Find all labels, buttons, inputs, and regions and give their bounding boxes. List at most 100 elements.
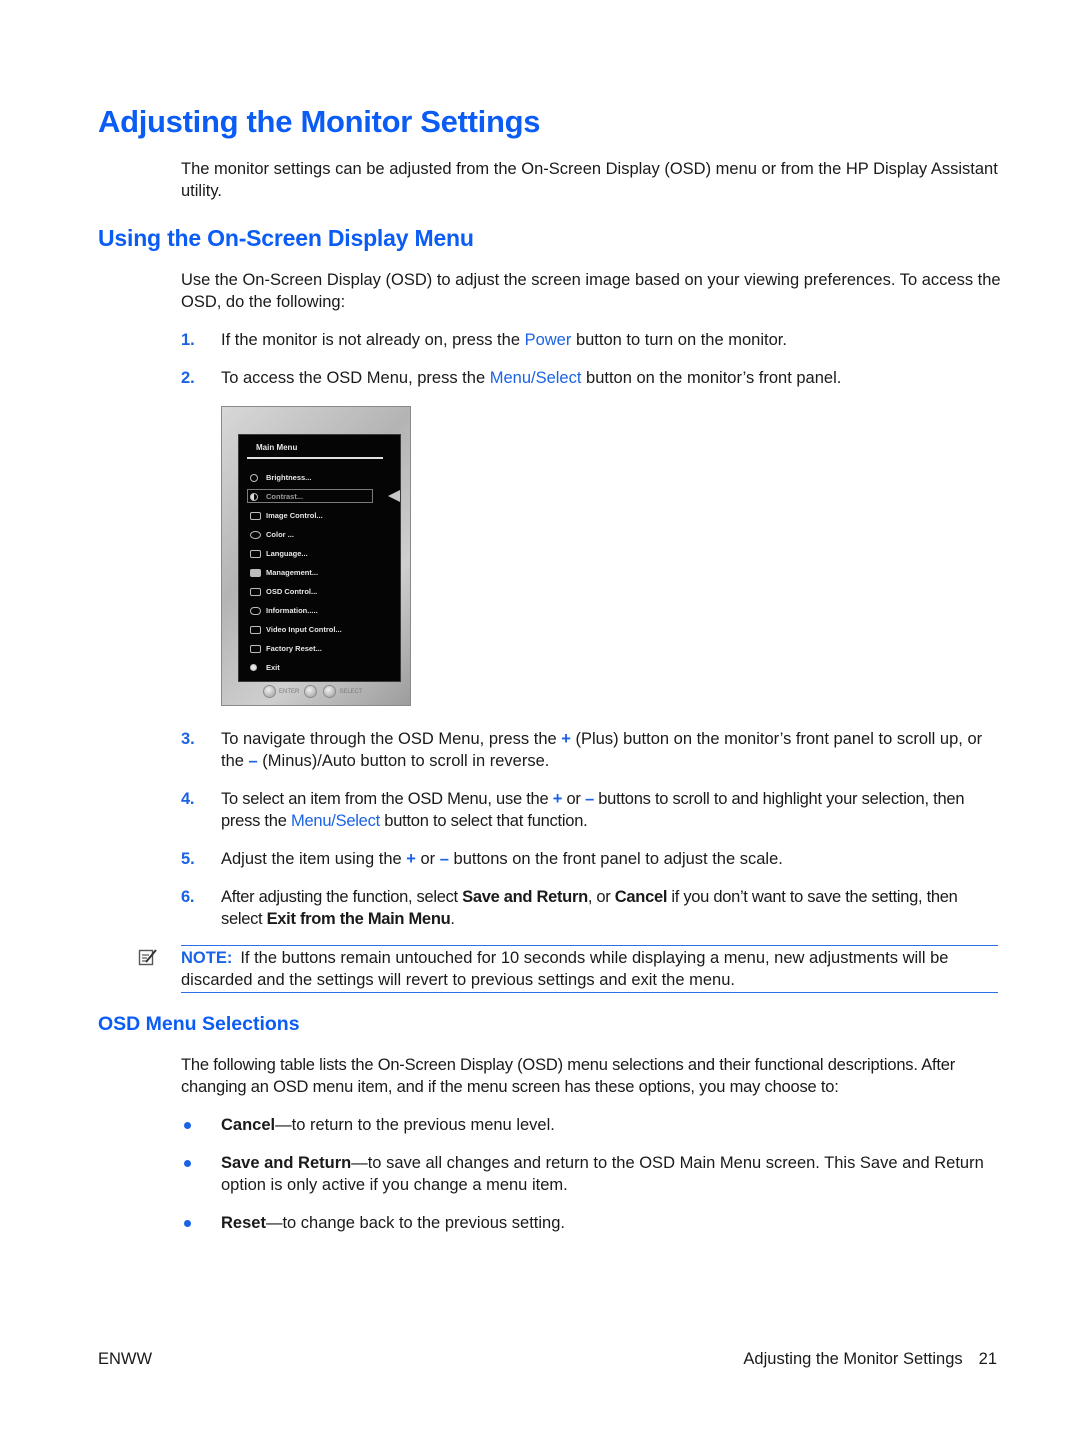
intro-paragraph: The monitor settings can be adjusted fro…: [181, 160, 998, 200]
menu-select-link[interactable]: Menu/Select: [490, 369, 582, 387]
osd-item-label: Information.....: [266, 606, 318, 615]
cancel-term: Cancel: [614, 888, 668, 906]
selection-arrow-icon: [388, 490, 400, 502]
step-text: or: [415, 850, 440, 868]
bullet-term: Reset: [221, 1214, 266, 1232]
bezel-button-icon: [304, 685, 318, 698]
step-text: buttons on the front panel to adjust the…: [448, 850, 783, 868]
osd-item-label: Image Control...: [266, 511, 323, 520]
note-icon: [138, 949, 157, 966]
osd-item-label: Color ...: [266, 530, 294, 539]
bullet-cancel: Cancel—to return to the previous menu le…: [181, 1114, 1003, 1136]
minus-symbol: –: [439, 850, 449, 868]
step-text: , or: [587, 888, 615, 906]
osd-item-label: Video Input Control...: [266, 625, 342, 634]
step-number: 5.: [181, 850, 195, 868]
power-button-link[interactable]: Power: [525, 331, 572, 349]
menu-select-link[interactable]: Menu/Select: [291, 812, 380, 830]
step-number: 2.: [181, 369, 195, 387]
management-icon: [250, 568, 261, 577]
osd-item-information: Information.....: [247, 601, 397, 620]
osd-item-video-input: Video Input Control...: [247, 620, 397, 639]
bullet-save-and-return: Save and Return—to save all changes and …: [181, 1152, 1003, 1196]
osd-item-label: Factory Reset...: [266, 644, 322, 653]
osd-item-brightness: Brightness...: [247, 468, 397, 487]
step-text: To access the OSD Menu, press the: [221, 369, 490, 387]
save-and-return-term: Save and Return: [462, 888, 588, 906]
osd-item-exit: Exit: [247, 658, 397, 677]
osd-item-label: Brightness...: [266, 473, 312, 482]
step-text: (Minus)/Auto button to scroll in reverse…: [257, 752, 550, 770]
osd-item-factory-reset: Factory Reset...: [247, 639, 397, 658]
osd-item-label: Exit: [266, 663, 280, 672]
step-2: 2. To access the OSD Menu, press the Men…: [181, 367, 1003, 389]
image-control-icon: [250, 511, 261, 520]
osd-divider: [247, 457, 383, 459]
footer-chapter-title: Adjusting the Monitor Settings: [743, 1350, 963, 1368]
step-text: or: [562, 790, 585, 808]
note-text: If the buttons remain untouched for 10 s…: [181, 949, 949, 989]
osd-item-label: OSD Control...: [266, 587, 318, 596]
page-number: 21: [978, 1350, 997, 1368]
step-3: 3. To navigate through the OSD Menu, pre…: [181, 728, 1003, 772]
osd-item-color: Color ...: [247, 525, 397, 544]
osd-item-image-control: Image Control...: [247, 506, 397, 525]
osd-item-label: Management...: [266, 568, 319, 577]
bullet-term: Cancel: [221, 1116, 276, 1134]
step-text: button to turn on the monitor.: [571, 331, 787, 349]
osd-item-label: Language...: [266, 549, 308, 558]
bezel-button-icon: [323, 685, 337, 698]
footer-right: Adjusting the Monitor Settings 21: [743, 1350, 997, 1369]
bullet-term: Save and Return: [221, 1154, 352, 1172]
bezel-controls: ENTER SELECT: [260, 685, 363, 698]
bullet-icon: [184, 1220, 191, 1227]
step-text: To select an item from the OSD Menu, use…: [221, 790, 553, 808]
bullet-icon: [184, 1122, 191, 1129]
step-text: If the monitor is not already on, press …: [221, 331, 525, 349]
bezel-enter-label: ENTER: [279, 688, 300, 695]
step-4: 4. To select an item from the OSD Menu, …: [181, 788, 1003, 832]
bullet-desc: —to change back to the previous setting.: [265, 1214, 565, 1232]
step-text: .: [450, 910, 455, 928]
plus-symbol: +: [561, 730, 571, 748]
osd-menu-list: Brightness... Contrast... Image Control.…: [247, 468, 400, 677]
section-heading-osd-menu: Using the On-Screen Display Menu: [98, 225, 474, 251]
osd-menu-illustration: Main Menu Brightness... Contrast... Imag…: [221, 406, 411, 706]
factory-reset-icon: [250, 644, 261, 653]
selection-box: [247, 489, 373, 503]
osd-item-contrast: Contrast...: [247, 487, 400, 506]
bullet-desc: —to return to the previous menu level.: [275, 1116, 555, 1134]
footer-locale: ENWW: [98, 1350, 153, 1368]
osd-control-icon: [250, 587, 261, 596]
exit-icon: [250, 664, 257, 671]
color-icon: [250, 530, 261, 539]
osd-item-language: Language...: [247, 544, 397, 563]
osd-menu-title: Main Menu: [256, 443, 298, 452]
bullet-reset: Reset—to change back to the previous set…: [181, 1212, 1003, 1234]
step-number: 6.: [181, 888, 195, 906]
step-number: 4.: [181, 790, 195, 808]
step-5: 5. Adjust the item using the + or – butt…: [181, 848, 1003, 870]
step-6: 6. After adjusting the function, select …: [181, 886, 1003, 930]
step-text: button to select that function.: [379, 812, 588, 830]
osd-item-osd-control: OSD Control...: [247, 582, 397, 601]
osd-item-management: Management...: [247, 563, 397, 582]
step-text: button on the monitor’s front panel.: [581, 369, 842, 387]
minus-symbol: –: [584, 790, 594, 808]
step-text: To navigate through the OSD Menu, press …: [221, 730, 562, 748]
plus-symbol: +: [552, 790, 563, 808]
step-number: 1.: [181, 331, 195, 349]
video-input-icon: [250, 625, 261, 634]
section-heading-osd-selections: OSD Menu Selections: [98, 1013, 300, 1035]
bezel-select-label: SELECT: [339, 688, 363, 695]
sun-icon: [250, 473, 258, 482]
information-icon: [250, 606, 261, 615]
exit-main-menu-term: Exit from the Main Menu: [266, 910, 451, 928]
step-text: Adjust the item using the: [221, 850, 407, 868]
note-label: NOTE:: [181, 949, 233, 967]
plus-symbol: +: [406, 850, 416, 868]
step-number: 3.: [181, 730, 195, 748]
section1-intro: Use the On-Screen Display (OSD) to adjus…: [181, 271, 1001, 311]
monitor-screen: Main Menu Brightness... Contrast... Imag…: [238, 434, 401, 682]
step-1: 1. If the monitor is not already on, pre…: [181, 329, 1003, 351]
